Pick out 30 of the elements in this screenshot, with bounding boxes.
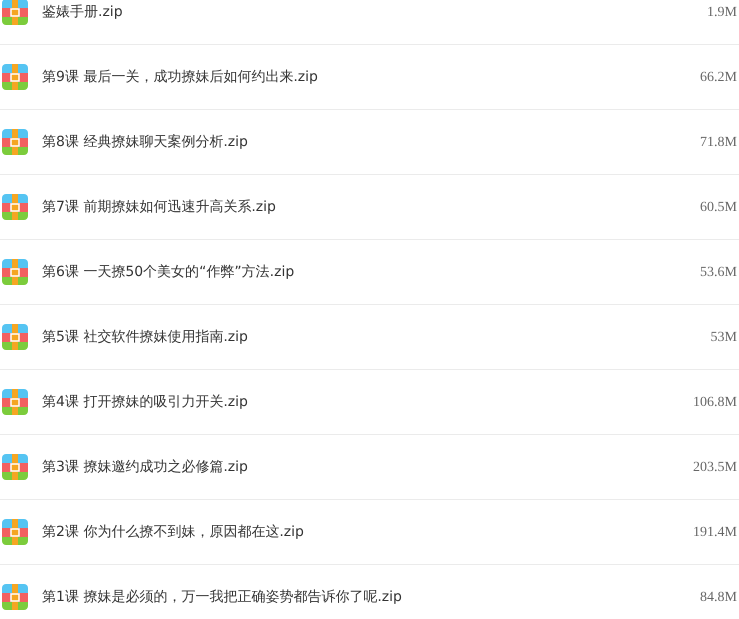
file-name[interactable]: 第5课 社交软件撩妹使用指南.zip [42, 326, 248, 348]
archive-icon [2, 324, 28, 350]
file-size: 60.5M [700, 198, 737, 216]
file-name[interactable]: 第4课 打开撩妹的吸引力开关.zip [42, 392, 248, 412]
file-size: 71.8M [700, 134, 737, 152]
file-name[interactable]: 第7课 前期撩妹如何迅速升高关系.zip [42, 196, 276, 218]
file-name[interactable]: 第2课 你为什么撩不到妹，原因都在这.zip [42, 522, 304, 542]
archive-icon [2, 194, 28, 220]
file-size: 106.8M [693, 394, 737, 412]
file-name[interactable]: 鉴婊手册.zip [42, 2, 123, 22]
file-size: 53.6M [700, 264, 737, 282]
file-size: 191.4M [693, 524, 737, 542]
archive-icon [2, 584, 28, 610]
file-name[interactable]: 第8课 经典撩妹聊天案例分析.zip [42, 132, 248, 152]
file-size: 203.5M [693, 458, 737, 476]
file-name[interactable]: 第3课 撩妹邀约成功之必修篇.zip [42, 456, 248, 478]
archive-icon [2, 389, 28, 415]
file-name[interactable]: 第6课 一天撩50个美女的“作弊”方法.zip [42, 262, 294, 282]
archive-icon [2, 259, 28, 285]
file-size: 53M [710, 328, 737, 346]
file-size: 66.2M [700, 68, 737, 86]
file-name[interactable]: 第1课 撩妹是必须的，万一我把正确姿势都告诉你了呢.zip [42, 586, 402, 608]
archive-icon [2, 454, 28, 480]
archive-icon [2, 519, 28, 545]
file-size: 84.8M [700, 588, 737, 606]
file-name[interactable]: 第9课 最后一关，成功撩妹后如何约出来.zip [42, 66, 318, 88]
archive-icon [2, 129, 28, 155]
archive-icon [2, 0, 28, 25]
file-size: 1.9M [707, 4, 737, 22]
archive-icon [2, 64, 28, 90]
